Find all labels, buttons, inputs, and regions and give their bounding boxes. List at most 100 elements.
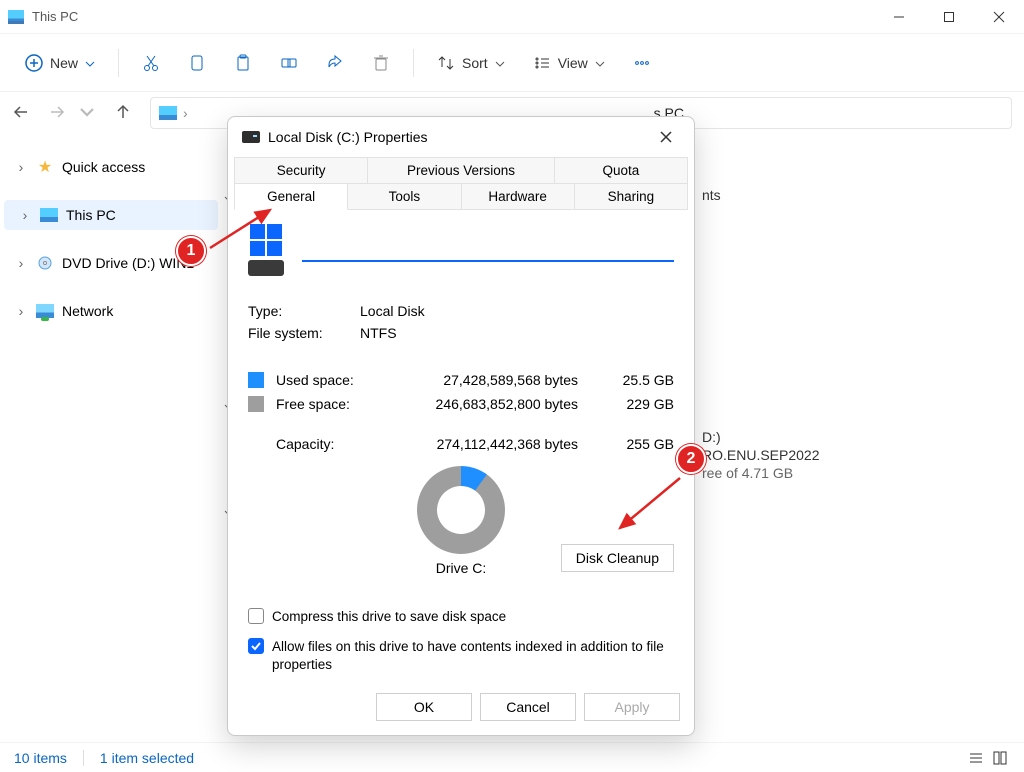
chevron-right-icon: ›: [14, 255, 28, 271]
filesystem-value: NTFS: [360, 325, 397, 341]
chevron-down-icon: [494, 57, 506, 69]
rename-button[interactable]: [269, 43, 309, 83]
usage-pie-chart: [417, 466, 505, 554]
recent-dropdown[interactable]: [78, 103, 96, 124]
checkbox-checked-icon[interactable]: [248, 638, 264, 654]
tab-previous-versions[interactable]: Previous Versions: [367, 157, 554, 183]
status-selection-count: 1 item selected: [100, 750, 194, 766]
view-label: View: [558, 55, 588, 71]
sidebar-item-label: Quick access: [62, 159, 145, 175]
tab-panel-general: Type:Local Disk File system:NTFS Used sp…: [228, 210, 694, 683]
minimize-button[interactable]: [874, 0, 924, 34]
this-pc-icon: [159, 106, 177, 120]
back-button[interactable]: [12, 103, 30, 124]
free-space-swatch: [248, 396, 264, 412]
sort-button[interactable]: Sort: [426, 47, 516, 79]
share-button[interactable]: [315, 43, 355, 83]
thumbnails-view-toggle[interactable]: [990, 748, 1010, 768]
index-checkbox-row[interactable]: Allow files on this drive to have conten…: [248, 632, 674, 680]
cancel-button[interactable]: Cancel: [480, 693, 576, 721]
this-pc-icon: [40, 208, 58, 222]
free-space-bytes: 246,683,852,800 bytes: [398, 396, 598, 412]
dialog-button-row: OK Cancel Apply: [228, 683, 694, 735]
drive-name-input[interactable]: [302, 238, 674, 262]
capacity-human: 255 GB: [610, 436, 674, 452]
sidebar-item-network[interactable]: › Network: [0, 296, 222, 326]
chevron-down-icon: [594, 57, 606, 69]
compress-label: Compress this drive to save disk space: [272, 608, 506, 626]
sidebar: › ★ Quick access › This PC › DVD Drive (…: [0, 134, 222, 742]
divider: [118, 49, 119, 77]
type-label: Type:: [248, 303, 340, 319]
details-view-toggle[interactable]: [966, 748, 986, 768]
partial-dvd-label: D:): [702, 429, 721, 445]
capacity-bytes: 274,112,442,368 bytes: [398, 436, 598, 452]
chevron-right-icon: ›: [14, 159, 28, 175]
delete-button[interactable]: [361, 43, 401, 83]
apply-button[interactable]: Apply: [584, 693, 680, 721]
network-icon: [36, 304, 54, 318]
properties-dialog: Local Disk (C:) Properties Security Prev…: [227, 116, 695, 736]
close-button[interactable]: [974, 0, 1024, 34]
free-space-label: Free space:: [276, 396, 386, 412]
ok-button[interactable]: OK: [376, 693, 472, 721]
annotation-badge-2: 2: [676, 444, 706, 474]
drive-letter-label: Drive C:: [417, 554, 505, 576]
view-button[interactable]: View: [522, 47, 616, 79]
tab-quota[interactable]: Quota: [554, 157, 688, 183]
chevron-right-icon: ›: [14, 303, 28, 319]
sidebar-item-quick-access[interactable]: › ★ Quick access: [0, 152, 222, 182]
dialog-titlebar: Local Disk (C:) Properties: [228, 117, 694, 157]
sidebar-item-label: This PC: [66, 207, 116, 223]
compress-checkbox-row[interactable]: Compress this drive to save disk space: [248, 602, 674, 632]
more-button[interactable]: [622, 43, 662, 83]
checkbox-unchecked-icon[interactable]: [248, 608, 264, 624]
used-space-label: Used space:: [276, 372, 386, 388]
status-bar: 10 items 1 item selected: [0, 742, 1024, 772]
new-button[interactable]: New: [14, 47, 106, 79]
annotation-arrow-2: [614, 472, 688, 536]
annotation-badge-1: 1: [176, 236, 206, 266]
used-space-swatch: [248, 372, 264, 388]
breadcrumb-separator: ›: [183, 105, 188, 121]
titlebar: This PC: [0, 0, 1024, 34]
free-space-human: 229 GB: [610, 396, 674, 412]
new-label: New: [50, 55, 78, 71]
tab-security[interactable]: Security: [234, 157, 368, 183]
window-title: This PC: [32, 9, 78, 24]
sort-label: Sort: [462, 55, 488, 71]
star-icon: ★: [36, 159, 54, 175]
maximize-button[interactable]: [924, 0, 974, 34]
local-disk-icon: [248, 260, 284, 276]
disk-cleanup-button[interactable]: Disk Cleanup: [561, 544, 674, 572]
forward-button[interactable]: [48, 103, 66, 124]
partial-dvd-free: ree of 4.71 GB: [702, 465, 793, 481]
dialog-close-button[interactable]: [652, 123, 680, 151]
cut-button[interactable]: [131, 43, 171, 83]
divider: [413, 49, 414, 77]
index-label: Allow files on this drive to have conten…: [272, 638, 674, 674]
divider: [83, 750, 84, 766]
tab-hardware[interactable]: Hardware: [461, 183, 575, 210]
annotation-arrow-1: [204, 204, 278, 256]
dvd-icon: [36, 255, 54, 271]
paste-button[interactable]: [223, 43, 263, 83]
sidebar-item-this-pc[interactable]: › This PC: [4, 200, 218, 230]
toolbar: New Sort View: [0, 34, 1024, 92]
partial-documents-label: nts: [702, 187, 721, 203]
used-space-human: 25.5 GB: [610, 372, 674, 388]
capacity-label: Capacity:: [276, 436, 386, 452]
tab-tools[interactable]: Tools: [347, 183, 461, 210]
up-button[interactable]: [114, 103, 132, 124]
copy-button[interactable]: [177, 43, 217, 83]
this-pc-icon: [8, 10, 24, 24]
used-space-bytes: 27,428,589,568 bytes: [398, 372, 598, 388]
dialog-title: Local Disk (C:) Properties: [268, 129, 428, 145]
chevron-down-icon: [84, 57, 96, 69]
status-item-count: 10 items: [14, 750, 67, 766]
sidebar-item-label: Network: [62, 303, 113, 319]
tab-sharing[interactable]: Sharing: [574, 183, 688, 210]
type-value: Local Disk: [360, 303, 425, 319]
sidebar-item-label: DVD Drive (D:) WIN1: [62, 255, 194, 271]
dialog-tabs: Security Previous Versions Quota General…: [228, 157, 694, 210]
